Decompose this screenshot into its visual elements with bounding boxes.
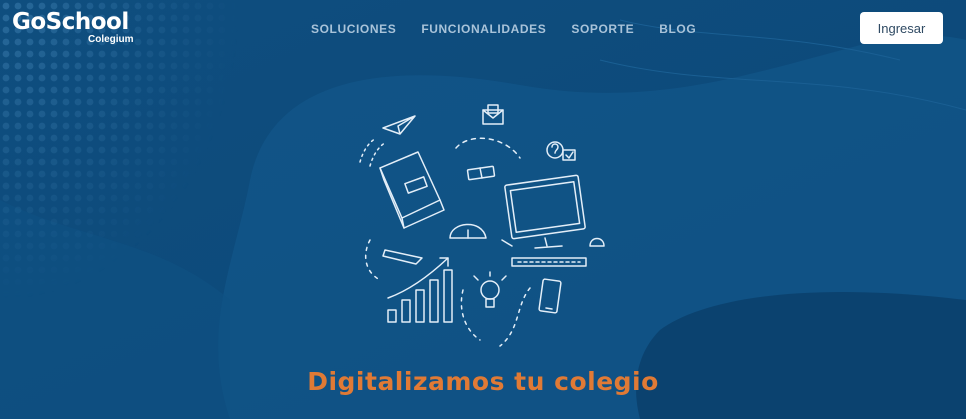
nav-item-soluciones[interactable]: SOLUCIONES <box>311 22 396 36</box>
main-nav: SOLUCIONES FUNCIONALIDADES SOPORTE BLOG <box>311 22 721 36</box>
logo-text: GoSchool <box>12 9 129 35</box>
hero-illustration <box>359 104 605 347</box>
paper-plane-icon <box>382 115 416 135</box>
nav-item-soporte[interactable]: SOPORTE <box>571 22 634 36</box>
login-button[interactable]: Ingresar <box>860 12 943 44</box>
pencil-icon <box>382 249 423 265</box>
book-icon <box>379 151 445 229</box>
monitor-icon <box>504 174 587 267</box>
hero-headline: Digitalizamos tu colegio <box>307 367 659 396</box>
mouse-icon <box>589 237 605 247</box>
smartphone-icon <box>538 278 562 314</box>
lightbulb-icon <box>473 271 507 308</box>
envelope-icon <box>482 104 504 125</box>
nav-item-blog[interactable]: BLOG <box>659 22 696 36</box>
bar-chart-icon <box>387 257 453 323</box>
logo-subtitle: Colegium <box>88 34 134 45</box>
nav-item-funcionalidades[interactable]: FUNCIONALIDADES <box>421 22 546 36</box>
protractor-icon <box>449 223 487 239</box>
chat-question-icon <box>546 141 576 161</box>
goschool-logo[interactable]: GoSchool Colegium <box>12 8 134 45</box>
eraser-icon <box>466 165 496 181</box>
